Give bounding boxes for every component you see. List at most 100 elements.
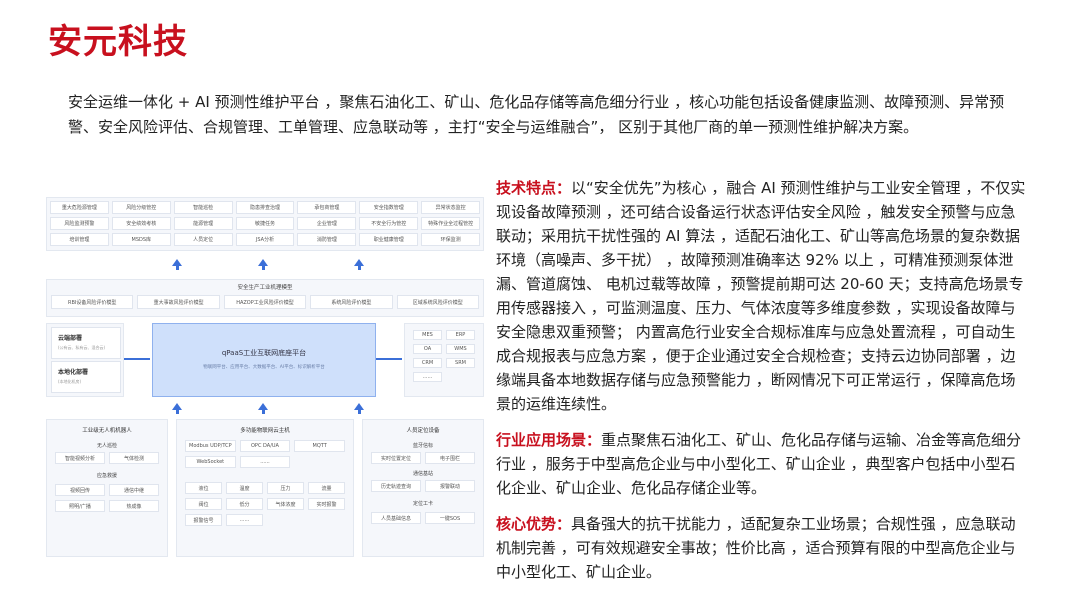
local-label: 本地化部署: [58, 369, 89, 376]
chip: 阀位: [185, 498, 222, 510]
up-arrow-icon: [354, 259, 364, 270]
qpaas-platform: qPaaS工业互联网底座平台 物联网平台、应用平台、大数据平台、AI平台、标识解…: [152, 323, 376, 397]
model-chip: 区域系统风险评价模型: [396, 295, 479, 309]
up-arrow-icon: [172, 259, 182, 270]
local-sub: (本地化机房): [58, 379, 82, 384]
mechanism-model-layer: 安全生产工业机理模型 RBI设备风险评价模型 重大事故风险评价模型 HAZOP工业风…: [46, 279, 484, 317]
application-chip: 消防管理: [297, 233, 357, 246]
model-chip: 系统风险评价模型: [310, 295, 393, 309]
chip: 报警联动: [425, 480, 475, 492]
application-chip: 隐患排查治理: [235, 201, 295, 214]
robot-title: 工业级无人机机器人: [82, 428, 132, 434]
sensor-row3: 报警信号 ......: [185, 514, 345, 526]
positioning-sub2: 通信基站: [412, 471, 433, 477]
application-chip: MSDS库: [111, 233, 171, 246]
chip: 智能视频分析: [55, 452, 105, 464]
sensor-row2: 阀位 低分 气体浓度 实时报警: [185, 498, 345, 510]
local-deploy: 本地化部署 (本地化机房): [51, 361, 121, 393]
positioning-sub1: 蓝牙信标: [412, 443, 433, 449]
business-system-chip: ......: [413, 372, 442, 382]
connector-line: [124, 358, 150, 360]
application-chip: 人员定位: [173, 233, 233, 246]
chip: 液位: [185, 482, 222, 494]
chip: 一键SOS: [425, 512, 475, 524]
chip: 低分: [226, 498, 263, 510]
architecture-diagram: 重大危险源管理 风险分级管控 智能巡检 隐患排查治理 承包商管理 安全指数管理 异常状态监控…: [44, 197, 484, 557]
section-text: 具备强大的抗干扰能力 ，适配复杂工业场景；合规性强 ，应急联动机制完善 ，可有效…: [496, 515, 1016, 581]
business-system-chip: OA: [413, 344, 442, 354]
up-arrow-icon: [258, 403, 268, 414]
model-chip: 重大事故风险评价模型: [137, 295, 220, 309]
chip: 照明/广播: [55, 500, 105, 512]
chip: 气体浓度: [267, 498, 304, 510]
chip: 压力: [267, 482, 304, 494]
protocol-row2: WebSocket ......: [185, 456, 345, 468]
business-systems: MES ERP OA WMS CRM SRM......: [404, 323, 484, 397]
section-label: 核心优势：: [496, 515, 572, 533]
business-system-chip: ERP: [446, 330, 475, 340]
application-chip: 特殊作业全过程管控: [421, 217, 480, 230]
chip: 实时报警: [308, 498, 345, 510]
chip: 热成像: [109, 500, 159, 512]
business-system-chip: WMS: [446, 344, 475, 354]
chip: 温度: [226, 482, 263, 494]
application-layer: 重大危险源管理 风险分级管控 智能巡检 隐患排查治理 承包商管理 安全指数管理 异常状态监控…: [46, 197, 484, 251]
application-chip: 承包商管理: [297, 201, 357, 214]
robot-row3: 照明/广播 热成像: [55, 500, 159, 512]
chip: 视频回传: [55, 484, 105, 496]
chip: 流量: [308, 482, 345, 494]
robot-row1: 智能视频分析 气体检测: [55, 452, 159, 464]
application-chip: 风险分级管控: [111, 201, 171, 214]
application-chip: 风险监测预警: [50, 217, 109, 230]
application-chip: 安全绩效考核: [111, 217, 171, 230]
robot-sub2: 应急救援: [96, 473, 117, 479]
business-system-chip: MES: [413, 330, 442, 340]
chip: 历史轨迹查询: [371, 480, 421, 492]
connector-line: [376, 358, 402, 360]
business-system-chip: SRM: [446, 358, 475, 368]
application-chip: 能源管理: [173, 217, 233, 230]
section-label: 技术特点：: [496, 179, 572, 197]
section-advantage: 核心优势：具备强大的抗干扰能力 ，适配复杂工业场景；合规性强 ，应急联动机制完善…: [496, 512, 1028, 584]
chip: WebSocket: [185, 456, 236, 468]
sensor-row1: 液位 温度 压力 流量: [185, 482, 345, 494]
section-industry: 行业应用场景：重点聚焦石油化工、矿山、危化品存储与运输、冶金等高危细分行业 ，服…: [496, 428, 1028, 500]
page-title: 安元科技: [48, 22, 188, 62]
feature-sections: 技术特点：以“安全优先”为核心 ，融合 AI 预测性维护与工业安全管理 ，不仅实…: [496, 176, 1028, 596]
cloud-label: 云端部署: [58, 335, 83, 342]
platform-title: qPaaS工业互联网底座平台: [221, 349, 307, 357]
business-grid: MES ERP OA WMS CRM SRM......: [413, 330, 475, 382]
application-grid: 重大危险源管理 风险分级管控 智能巡检 隐患排查治理 承包商管理 安全指数管理 异常状态监控…: [50, 201, 480, 246]
chip: 人员基础信息: [371, 512, 421, 524]
chip: 实时位置定位: [371, 452, 421, 464]
chip: ......: [226, 514, 263, 526]
application-chip: 培训管理: [50, 233, 109, 246]
chip: OPC DA/UA: [239, 440, 291, 452]
section-label: 行业应用场景：: [496, 431, 602, 449]
robot-sub1: 无人巡检: [96, 443, 117, 449]
application-chip: 企业管理: [297, 217, 357, 230]
application-chip: 重大危险源管理: [50, 201, 109, 214]
section-text: 以“安全优先”为核心 ，融合 AI 预测性维护与工业安全管理 ，不仅实现设备故障…: [496, 179, 1026, 413]
chip: 通信中继: [109, 484, 159, 496]
cloud-deploy: 云端部署 (公有云、私有云、混合云): [51, 327, 121, 359]
positioning-row2: 历史轨迹查询 报警联动: [371, 480, 475, 492]
application-chip: 异常状态监控: [421, 201, 480, 214]
application-chip: 敏捷任务: [235, 217, 295, 230]
application-chip: 智能巡检: [173, 201, 233, 214]
up-arrow-icon: [354, 403, 364, 414]
section-tech: 技术特点：以“安全优先”为核心 ，融合 AI 预测性维护与工业安全管理 ，不仅实…: [496, 176, 1028, 416]
gateway-box: 多功能物联网云主机 Modbus UDP/TCP OPC DA/UA MQTT …: [176, 419, 354, 557]
application-chip: JSA分析: [235, 233, 295, 246]
application-chip: 环保监测: [421, 233, 480, 246]
chip: 电子围栏: [425, 452, 475, 464]
cloud-sub: (公有云、私有云、混合云): [58, 345, 106, 350]
up-arrow-icon: [258, 259, 268, 270]
chip: MQTT: [294, 440, 345, 452]
positioning-row3: 人员基础信息 一键SOS: [371, 512, 475, 524]
platform-sub: 物联网平台、应用平台、大数据平台、AI平台、标识解析平台: [203, 365, 325, 370]
intro-paragraph: 安全运维一体化 + AI 预测性维护平台 ，聚焦石油化工、矿山、危化品存储等高危…: [68, 93, 1005, 136]
positioning-row1: 实时位置定位 电子围栏: [371, 452, 475, 464]
positioning-sub3: 定位工卡: [412, 501, 433, 507]
model-chip: RBI设备风险评价模型: [51, 295, 134, 309]
